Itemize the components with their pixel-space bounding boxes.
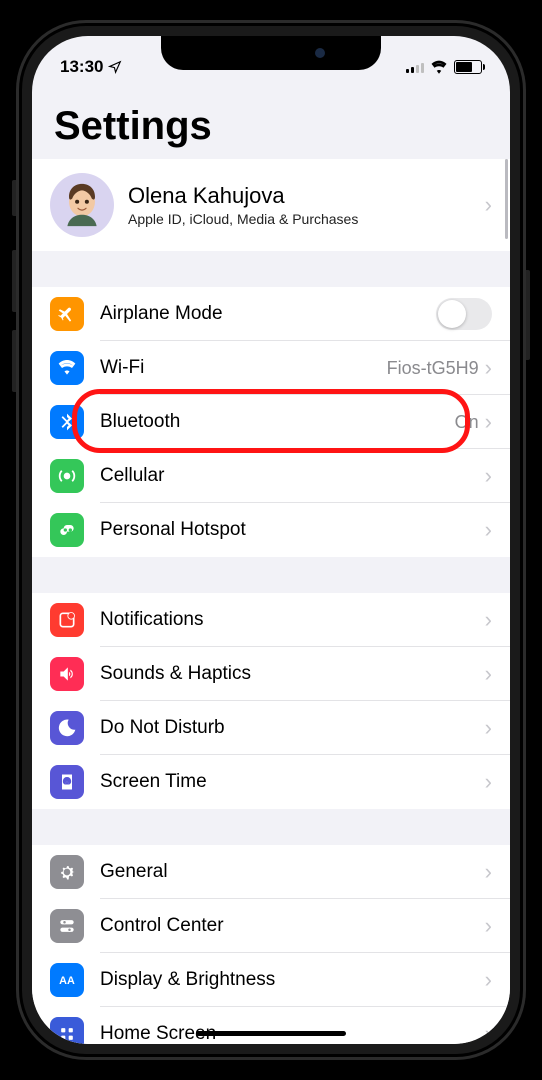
screen: 13:30 Settings Olena Kahujova Apple ID, … xyxy=(32,36,510,1044)
location-icon xyxy=(108,60,122,74)
chevron-icon: › xyxy=(485,194,492,216)
profile-row[interactable]: Olena Kahujova Apple ID, iCloud, Media &… xyxy=(32,159,510,251)
row-label: Sounds & Haptics xyxy=(100,663,485,685)
row-dnd[interactable]: Do Not Disturb › xyxy=(32,701,510,755)
airplane-toggle[interactable] xyxy=(436,298,492,330)
row-screen-time[interactable]: Screen Time › xyxy=(32,755,510,809)
row-hotspot[interactable]: Personal Hotspot › xyxy=(32,503,510,557)
bluetooth-icon xyxy=(50,405,84,439)
row-bluetooth[interactable]: Bluetooth On › xyxy=(32,395,510,449)
chevron-icon: › xyxy=(485,915,492,937)
row-wifi[interactable]: Wi-Fi Fios-tG5H9 › xyxy=(32,341,510,395)
row-general[interactable]: General › xyxy=(32,845,510,899)
notifications-group: Notifications › Sounds & Haptics › Do No… xyxy=(32,593,510,809)
phone-frame: 13:30 Settings Olena Kahujova Apple ID, … xyxy=(16,20,526,1060)
row-label: Airplane Mode xyxy=(100,303,436,325)
row-label: Do Not Disturb xyxy=(100,717,485,739)
chevron-icon: › xyxy=(485,771,492,793)
chevron-icon: › xyxy=(485,609,492,631)
profile-name: Olena Kahujova xyxy=(128,183,485,209)
power-button[interactable] xyxy=(526,270,530,360)
row-value: On xyxy=(455,412,479,433)
chevron-icon: › xyxy=(485,411,492,433)
cellular-icon xyxy=(406,61,424,73)
page-title: Settings xyxy=(32,84,510,159)
row-display[interactable]: AA Display & Brightness › xyxy=(32,953,510,1007)
profile-subtitle: Apple ID, iCloud, Media & Purchases xyxy=(128,211,485,227)
row-label: Wi-Fi xyxy=(100,357,387,379)
dnd-icon xyxy=(50,711,84,745)
spacer xyxy=(32,251,510,287)
chevron-icon: › xyxy=(485,1023,492,1044)
sounds-icon xyxy=(50,657,84,691)
chevron-icon: › xyxy=(485,357,492,379)
cellular-icon xyxy=(50,459,84,493)
row-airplane-mode[interactable]: Airplane Mode xyxy=(32,287,510,341)
row-notifications[interactable]: Notifications › xyxy=(32,593,510,647)
row-label: Display & Brightness xyxy=(100,969,485,991)
general-group: General › Control Center › AA Display & … xyxy=(32,845,510,1044)
avatar xyxy=(50,173,114,237)
row-label: Control Center xyxy=(100,915,485,937)
scroll-indicator[interactable] xyxy=(505,159,508,239)
home-indicator[interactable] xyxy=(196,1031,346,1036)
row-label: Bluetooth xyxy=(100,411,455,433)
screen-time-icon xyxy=(50,765,84,799)
row-label: Notifications xyxy=(100,609,485,631)
battery-icon xyxy=(454,60,482,74)
wifi-icon xyxy=(50,351,84,385)
display-icon: AA xyxy=(50,963,84,997)
hotspot-icon xyxy=(50,513,84,547)
row-label: Cellular xyxy=(100,465,485,487)
row-value: Fios-tG5H9 xyxy=(387,358,479,379)
row-label: General xyxy=(100,861,485,883)
row-cellular[interactable]: Cellular › xyxy=(32,449,510,503)
chevron-icon: › xyxy=(485,861,492,883)
notifications-icon xyxy=(50,603,84,637)
profile-group: Olena Kahujova Apple ID, iCloud, Media &… xyxy=(32,159,510,251)
notch xyxy=(161,36,381,70)
control-center-icon xyxy=(50,909,84,943)
spacer xyxy=(32,557,510,593)
volume-up-button[interactable] xyxy=(12,250,16,312)
volume-down-button[interactable] xyxy=(12,330,16,392)
chevron-icon: › xyxy=(485,519,492,541)
chevron-icon: › xyxy=(485,465,492,487)
status-time: 13:30 xyxy=(60,57,103,77)
silence-switch[interactable] xyxy=(12,180,16,216)
chevron-icon: › xyxy=(485,663,492,685)
wifi-icon xyxy=(430,60,448,74)
row-sounds[interactable]: Sounds & Haptics › xyxy=(32,647,510,701)
home-screen-icon xyxy=(50,1017,84,1044)
spacer xyxy=(32,809,510,845)
general-icon xyxy=(50,855,84,889)
connectivity-group: Airplane Mode Wi-Fi Fios-tG5H9 › Bluetoo… xyxy=(32,287,510,557)
row-label: Screen Time xyxy=(100,771,485,793)
airplane-icon xyxy=(50,297,84,331)
chevron-icon: › xyxy=(485,717,492,739)
svg-text:AA: AA xyxy=(59,975,75,987)
chevron-icon: › xyxy=(485,969,492,991)
row-home-screen[interactable]: Home Screen › xyxy=(32,1007,510,1044)
row-label: Personal Hotspot xyxy=(100,519,485,541)
row-control-center[interactable]: Control Center › xyxy=(32,899,510,953)
